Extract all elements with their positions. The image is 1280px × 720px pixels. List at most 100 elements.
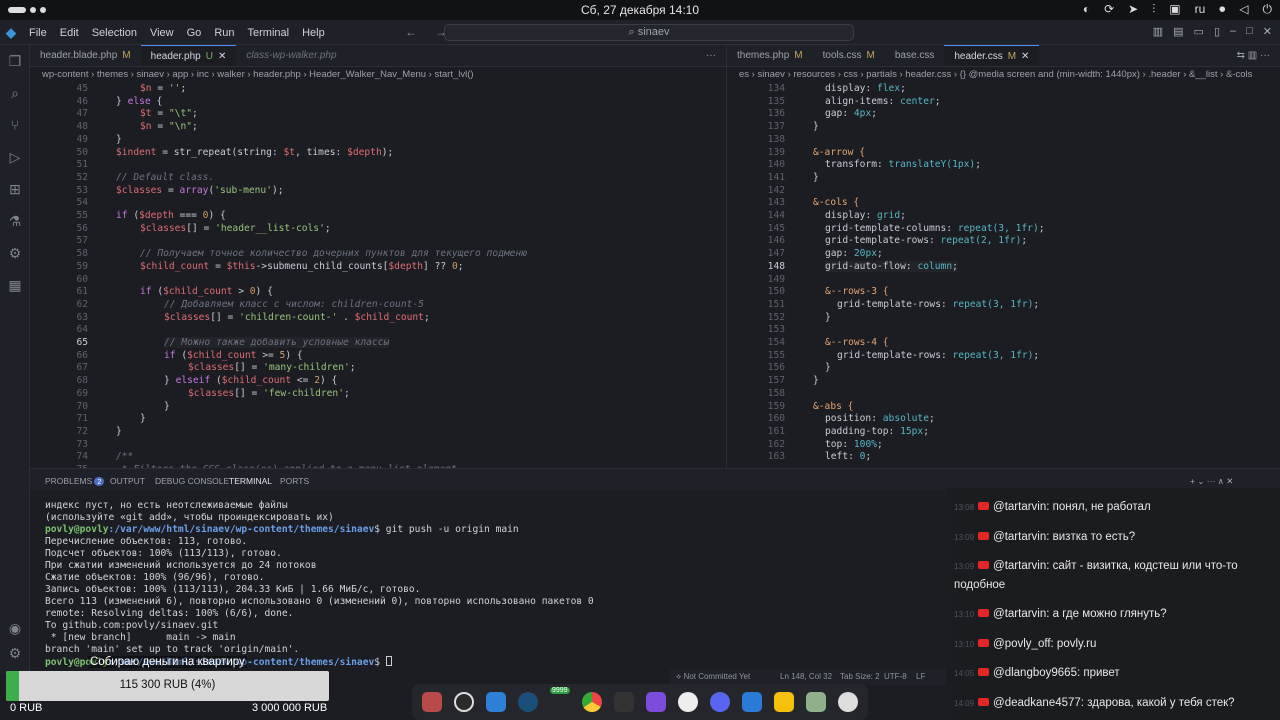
code-line[interactable]: &-arrow {	[813, 147, 865, 158]
code-line[interactable]: // Можно также добавить условные классы	[164, 337, 389, 348]
yandex-icon[interactable]	[774, 692, 794, 712]
toggle-panel-icon[interactable]: ▭	[1194, 25, 1204, 38]
command-center-search[interactable]: ⌕ sinaev	[444, 24, 854, 41]
code-line[interactable]: gap: 20px;	[825, 248, 883, 259]
code-line[interactable]: &-abs {	[813, 401, 853, 412]
settings-icon[interactable]	[838, 692, 858, 712]
encoding[interactable]: UTF-8	[884, 672, 907, 681]
store-icon[interactable]	[486, 692, 506, 712]
close-tab-icon[interactable]: ✕	[218, 46, 226, 66]
close-tab-icon[interactable]: ✕	[1021, 46, 1029, 66]
close-window-icon[interactable]: ✕	[1263, 25, 1272, 38]
code-line[interactable]: $classes[] = 'header__list-cols';	[140, 223, 331, 234]
toggle-secondary-icon[interactable]: ▯	[1214, 25, 1220, 38]
language-indicator[interactable]: ru	[1195, 2, 1206, 17]
code-area[interactable]: 45 $n = ''; 46} else {47 $t = "\t"; 48 $n = "…	[30, 83, 726, 468]
code-line[interactable]: grid-template-rows: repeat(3, 1fr);	[837, 350, 1039, 361]
more-actions-icon[interactable]: ···	[696, 45, 726, 66]
code-line[interactable]: $t = "\t";	[140, 108, 198, 119]
mixer-icon[interactable]: ⫶	[1152, 2, 1155, 17]
code-line[interactable]: &--rows-4 {	[825, 337, 889, 348]
power-icon[interactable]: ⏻	[1263, 2, 1273, 17]
chrome-icon[interactable]	[582, 692, 602, 712]
telegram-icon[interactable]: ➤	[1128, 2, 1138, 17]
tab-terminal[interactable]: TERMINAL	[229, 476, 272, 491]
code-line[interactable]: // Добавляем класс с числом: children-co…	[164, 299, 424, 310]
layout-icon[interactable]: ▥	[1153, 25, 1163, 38]
code-line[interactable]: display: grid;	[825, 210, 906, 221]
code-line[interactable]: }	[140, 413, 146, 424]
code-line[interactable]: // Получаем точное количество дочерних п…	[140, 248, 527, 259]
tab-tools-css[interactable]: tools.css M	[813, 45, 885, 66]
obs-icon[interactable]	[454, 692, 474, 712]
code-line[interactable]: grid-template-rows: repeat(3, 1fr);	[837, 299, 1039, 310]
breadcrumb[interactable]: wp-content › themes › sinaev › app › inc…	[30, 67, 726, 83]
panel-actions[interactable]: + ⌄ ··· ∧ ✕	[1190, 476, 1233, 487]
docker-icon[interactable]: ▦	[7, 277, 23, 293]
search-sidebar-icon[interactable]: ⌕	[7, 85, 23, 101]
run-debug-icon[interactable]: ▷	[7, 149, 23, 165]
breadcrumb[interactable]: es › sinaev › resources › css › partials…	[727, 67, 1280, 83]
discord-tray-icon[interactable]: ▣	[1169, 2, 1180, 17]
menu-terminal[interactable]: Terminal	[248, 27, 290, 39]
terminal-icon[interactable]	[614, 692, 634, 712]
git-blame[interactable]: ⟡ Not Committed Yet	[676, 672, 750, 682]
code-line[interactable]: $classes[] = 'few-children';	[188, 388, 350, 399]
code-line[interactable]: if ($child_count >= 5) {	[164, 350, 303, 361]
line-ending[interactable]: LF	[916, 672, 925, 681]
code-area[interactable]: 134 display: flex; 135 align-items: center;…	[727, 83, 1280, 468]
menu-go[interactable]: Go	[187, 27, 202, 39]
code-line[interactable]: padding-top: 15px;	[825, 426, 929, 437]
tab-header-blade-php[interactable]: header.blade.php M	[30, 45, 141, 66]
steam-icon[interactable]	[518, 692, 538, 712]
menu-help[interactable]: Help	[302, 27, 325, 39]
code-line[interactable]: grid-template-rows: repeat(2, 1fr);	[825, 235, 1027, 246]
code-line[interactable]: $classes[] = 'many-children';	[188, 362, 356, 373]
tab-header-php[interactable]: header.php U ✕	[140, 45, 237, 66]
menu-run[interactable]: Run	[214, 27, 234, 39]
code-line[interactable]: }	[825, 362, 831, 373]
code-line[interactable]: $indent = str_repeat(string: $t, times: …	[116, 147, 393, 158]
code-line[interactable]: $classes[] = 'children-count-' . $child_…	[164, 312, 430, 323]
code-line[interactable]: grid-auto-flow: column;	[825, 261, 958, 272]
menu-edit[interactable]: Edit	[60, 27, 79, 39]
code-line[interactable]: grid-template-columns: repeat(3, 1fr);	[825, 223, 1045, 234]
code-line[interactable]: &-cols {	[813, 197, 859, 208]
tab-themes-php[interactable]: themes.php M	[727, 45, 813, 66]
code-line[interactable]: }	[813, 172, 819, 183]
code-line[interactable]: gap: 4px;	[825, 108, 877, 119]
code-line[interactable]: if ($child_count > 0) {	[140, 286, 273, 297]
code-line[interactable]: $child_count = $this->submenu_child_coun…	[140, 261, 464, 272]
tab-ports[interactable]: PORTS	[280, 476, 309, 486]
code-line[interactable]: } else {	[116, 96, 162, 107]
code-line[interactable]: $n = "\n";	[140, 121, 198, 132]
code-line[interactable]: }	[164, 401, 170, 412]
code-line[interactable]: display: flex;	[825, 83, 906, 94]
microphone-icon[interactable]: ⏺	[1219, 2, 1225, 17]
tab-output[interactable]: OUTPUT	[110, 476, 145, 486]
extensions-icon[interactable]: ⊞	[7, 181, 23, 197]
code-line[interactable]: } elseif ($child_count <= 2) {	[164, 375, 337, 386]
obsidian-icon[interactable]	[646, 692, 666, 712]
tab-debug-console[interactable]: DEBUG CONSOLE	[155, 476, 229, 486]
tab-header-css[interactable]: header.css M ✕	[944, 45, 1040, 66]
terminal[interactable]: индекс пуст, но есть неотслеживаемые фай…	[30, 490, 946, 670]
code-line[interactable]: position: absolute;	[825, 413, 935, 424]
source-control-icon[interactable]: ⑂	[7, 117, 23, 133]
back-button[interactable]: ←	[405, 25, 417, 39]
code-line[interactable]: $classes = array('sub-menu');	[116, 185, 284, 196]
code-line[interactable]: transform: translateY(1px);	[825, 159, 981, 170]
menu-file[interactable]: File	[29, 27, 47, 39]
steam-tray-icon[interactable]: ◐	[1083, 2, 1090, 17]
code-line[interactable]: top: 100%;	[825, 439, 883, 450]
trash-icon[interactable]	[806, 692, 826, 712]
files-icon[interactable]	[422, 692, 442, 712]
code-line[interactable]: }	[813, 375, 819, 386]
explorer-icon[interactable]: ❐	[7, 53, 23, 69]
menu-selection[interactable]: Selection	[92, 27, 137, 39]
split-editor-icon[interactable]: ⇆ ▥ ···	[1227, 45, 1280, 66]
code-line[interactable]: }	[825, 312, 831, 323]
tab-problems[interactable]: PROBLEMS 2	[45, 476, 105, 486]
tab-class-wp-walker[interactable]: class-wp-walker.php	[236, 45, 346, 66]
code-line[interactable]: }	[116, 426, 122, 437]
